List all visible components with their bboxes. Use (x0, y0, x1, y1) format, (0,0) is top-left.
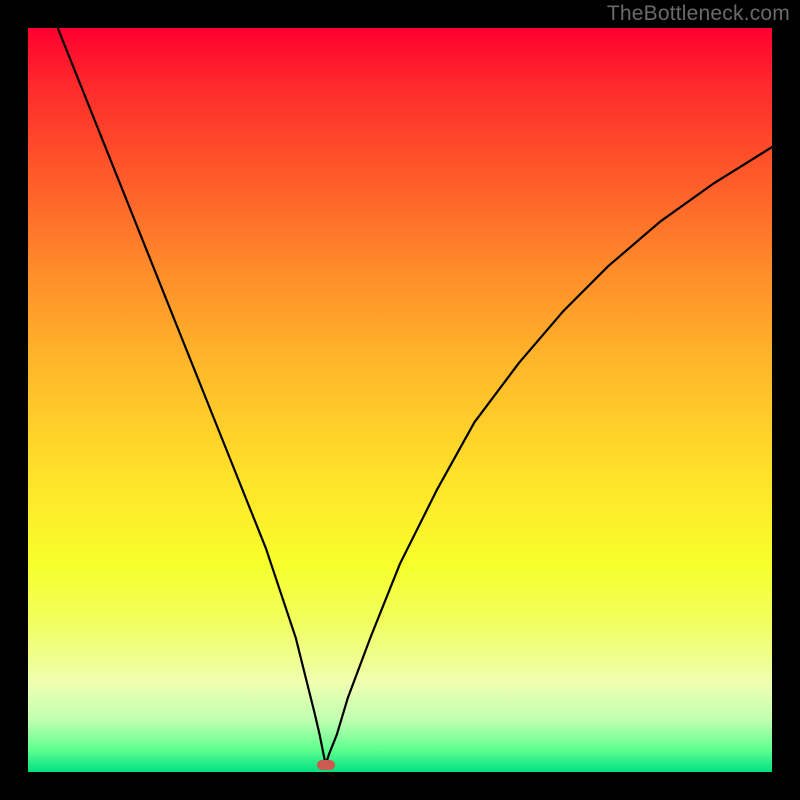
chart-frame: TheBottleneck.com (0, 0, 800, 800)
optimal-point-marker (317, 760, 335, 770)
watermark-text: TheBottleneck.com (607, 2, 790, 26)
gradient-plot-area (28, 28, 772, 772)
